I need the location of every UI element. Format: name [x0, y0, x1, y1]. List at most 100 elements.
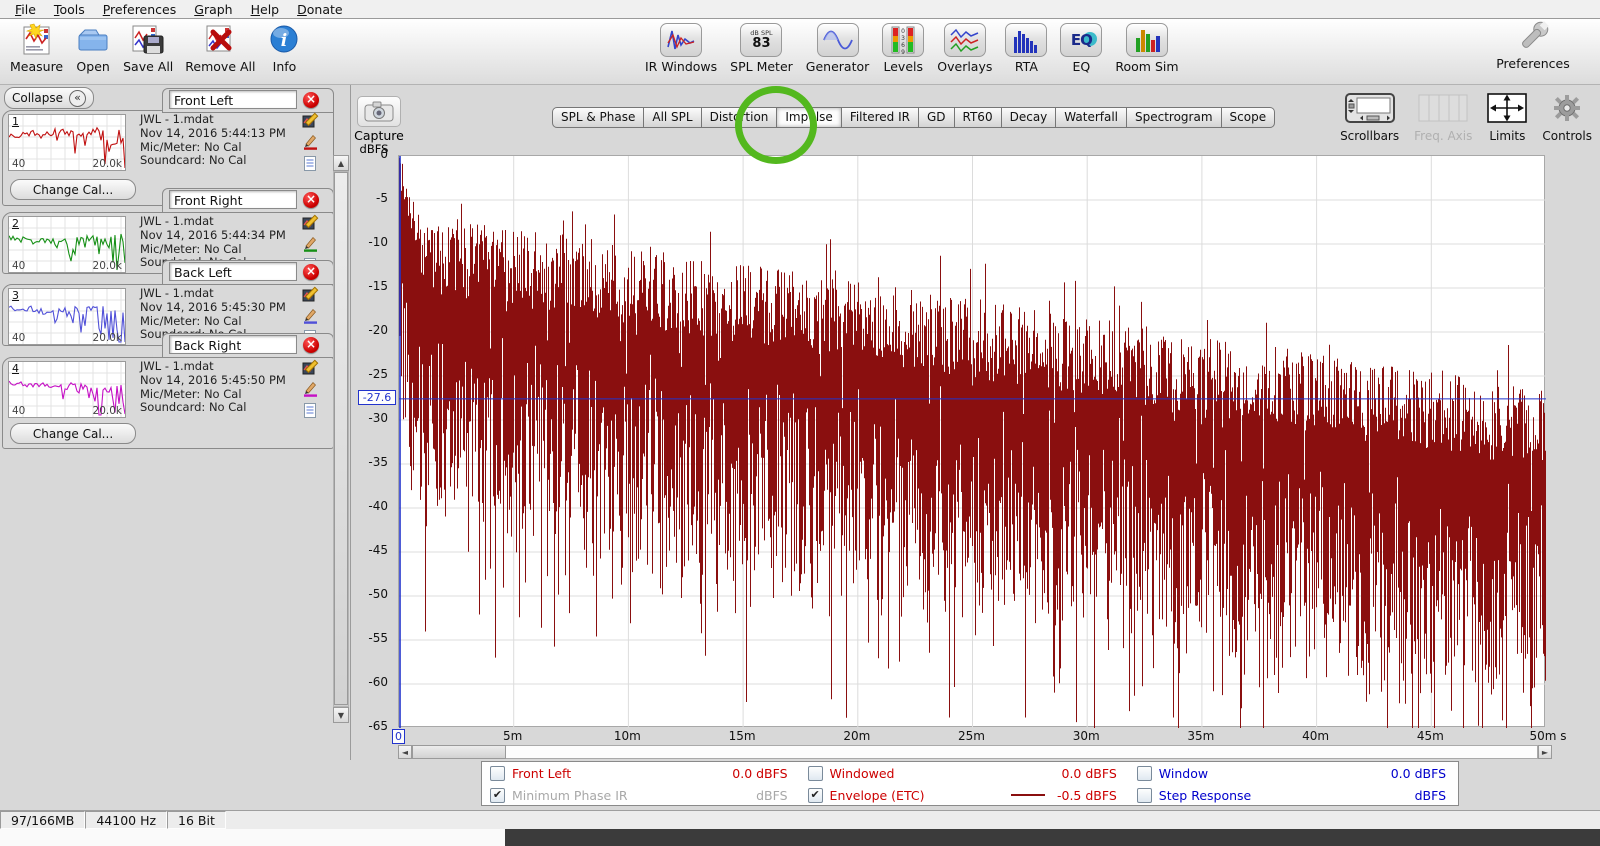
- menu-help[interactable]: Help: [242, 1, 289, 18]
- hscroll-left-button[interactable]: ◄: [398, 745, 412, 759]
- measurement-name-input[interactable]: Back Left: [169, 262, 297, 281]
- toolbar-button-save-all[interactable]: Save All: [123, 22, 173, 82]
- tab-distortion[interactable]: Distortion: [701, 107, 778, 128]
- saveall-icon-wrap: [129, 22, 167, 58]
- legend-checkbox[interactable]: [808, 766, 823, 781]
- collapse-chevrons-icon: «: [69, 90, 86, 107]
- toolbar-button-spl-meter[interactable]: dB SPL83SPL Meter: [730, 22, 793, 82]
- hscroll-track[interactable]: [412, 745, 1538, 759]
- edit-action-button[interactable]: [302, 286, 320, 304]
- edit-graph-icon: [302, 214, 319, 231]
- menu-tools[interactable]: Tools: [45, 1, 94, 18]
- legend-checkbox[interactable]: [490, 766, 505, 781]
- graph-button-label: Freq. Axis: [1414, 129, 1472, 143]
- notes-action-button[interactable]: [302, 402, 320, 420]
- edit-action-button[interactable]: [302, 112, 320, 130]
- edit-graph-icon: [302, 112, 319, 129]
- tab-waterfall[interactable]: Waterfall: [1055, 107, 1127, 128]
- toolbar-button-ir-windows[interactable]: IR Windows: [645, 22, 717, 82]
- tab-decay[interactable]: Decay: [1001, 107, 1057, 128]
- menu-donate[interactable]: Donate: [288, 1, 351, 18]
- toolbar-button-levels[interactable]: 0369Levels: [882, 22, 924, 82]
- legend-label: Window: [1159, 766, 1208, 781]
- thumb-freq-high: 20.0k: [93, 332, 122, 344]
- legend-checkbox[interactable]: [1137, 766, 1152, 781]
- legend-checkbox[interactable]: [1137, 788, 1152, 803]
- graph-button-freq-axis: Freq. Axis: [1414, 93, 1472, 139]
- measurement-name-input[interactable]: Back Right: [169, 335, 297, 354]
- graph-button-scrollbars[interactable]: Scrollbars: [1340, 93, 1399, 139]
- toolbar-button-measure[interactable]: Measure: [10, 22, 63, 82]
- toolbar-button-preferences[interactable]: Preferences: [1496, 19, 1570, 81]
- tab-filtered-ir[interactable]: Filtered IR: [841, 107, 919, 128]
- legend-checkbox[interactable]: ✔: [808, 788, 823, 803]
- measurement-date: Nov 14, 2016 5:44:13 PM: [140, 127, 298, 141]
- capture-button[interactable]: [357, 96, 401, 127]
- edit-action-button[interactable]: [302, 214, 320, 232]
- wrench-icon: [1513, 17, 1553, 57]
- sidebar-scrollbar-thumb[interactable]: [334, 172, 348, 705]
- sidebar-scroll-up-button[interactable]: ▲: [333, 155, 349, 171]
- menu-file[interactable]: File: [6, 1, 45, 18]
- remove-measurement-button[interactable]: ×: [303, 337, 319, 353]
- pencil-action-button[interactable]: [302, 235, 320, 253]
- change-cal-button[interactable]: Change Cal...: [10, 423, 136, 444]
- graph-button-label: Limits: [1489, 129, 1525, 143]
- thumb-freq-low: 40: [12, 260, 25, 272]
- toolbar-button-rta[interactable]: RTA: [1005, 22, 1047, 82]
- measurement-thumbnail[interactable]: 24020.0k: [8, 216, 126, 273]
- toolbar-button-open[interactable]: Open: [75, 22, 111, 82]
- toolbar-button-room-sim[interactable]: Room Sim: [1115, 22, 1178, 82]
- tab-spl-phase[interactable]: SPL & Phase: [552, 107, 644, 128]
- tab-scope[interactable]: Scope: [1221, 107, 1276, 128]
- y-tick--10: -10: [348, 235, 394, 250]
- menu-preferences[interactable]: Preferences: [94, 1, 186, 18]
- tab-gd[interactable]: GD: [918, 107, 955, 128]
- legend-checkbox[interactable]: ✔: [490, 788, 505, 803]
- tab-all-spl[interactable]: All SPL: [643, 107, 701, 128]
- measurement-name-input[interactable]: Front Right: [169, 190, 297, 209]
- y-tick--45: -45: [348, 543, 394, 558]
- toolbar-button-remove-all[interactable]: Remove All: [185, 22, 255, 82]
- measurement-thumbnail[interactable]: 44020.0k: [8, 361, 126, 418]
- measurement-thumbnail[interactable]: 14020.0k: [8, 114, 126, 171]
- change-cal-button[interactable]: Change Cal...: [10, 179, 136, 200]
- measurement-name-input[interactable]: Front Left: [169, 90, 297, 109]
- toolbar-label: RTA: [1015, 59, 1038, 74]
- info-icon: i: [267, 23, 301, 57]
- remove-measurement-button[interactable]: ×: [303, 92, 319, 108]
- graph-button-controls[interactable]: Controls: [1542, 93, 1592, 139]
- measurement-thumbnail[interactable]: 34020.0k: [8, 288, 126, 345]
- collapse-label: Collapse: [12, 91, 63, 105]
- notes-action-button[interactable]: [302, 155, 320, 173]
- measurement-index: 3: [12, 289, 19, 302]
- tab-spectrogram[interactable]: Spectrogram: [1126, 107, 1222, 128]
- graph-button-limits[interactable]: Limits: [1487, 93, 1527, 139]
- toolbar-button-overlays[interactable]: Overlays: [937, 22, 992, 82]
- edit-graph-icon: [302, 286, 319, 303]
- remove-measurement-button[interactable]: ×: [303, 192, 319, 208]
- measurement-date: Nov 14, 2016 5:45:30 PM: [140, 301, 298, 315]
- remove-measurement-button[interactable]: ×: [303, 264, 319, 280]
- collapse-button[interactable]: Collapse «: [4, 87, 94, 109]
- tab-impulse[interactable]: Impulse: [776, 107, 841, 128]
- toolbar-button-generator[interactable]: Generator: [806, 22, 869, 82]
- y-tick--55: -55: [348, 631, 394, 646]
- pencil-action-button[interactable]: [302, 307, 320, 325]
- impulse-plot-area[interactable]: [398, 155, 1545, 727]
- hscroll-thumb[interactable]: [412, 745, 506, 759]
- envelope-line-swatch: [1011, 794, 1045, 796]
- tab-rt60[interactable]: RT60: [954, 107, 1002, 128]
- edit-action-button[interactable]: [302, 359, 320, 377]
- pencil-action-button[interactable]: [302, 380, 320, 398]
- toolbar-button-eq[interactable]: EQEQ: [1060, 22, 1102, 82]
- pencil-action-button[interactable]: [302, 133, 320, 151]
- toolbar-button-info[interactable]: iInfo: [267, 22, 301, 82]
- status-cell-1: 44100 Hz: [85, 811, 167, 829]
- limits-icon: [1487, 93, 1527, 123]
- capture-label: Capture: [344, 128, 414, 142]
- menu-graph[interactable]: Graph: [185, 1, 241, 18]
- rta-icon: [1005, 23, 1047, 57]
- hscroll-right-button[interactable]: ►: [1538, 745, 1552, 759]
- sidebar-scroll-down-button[interactable]: ▼: [333, 707, 349, 723]
